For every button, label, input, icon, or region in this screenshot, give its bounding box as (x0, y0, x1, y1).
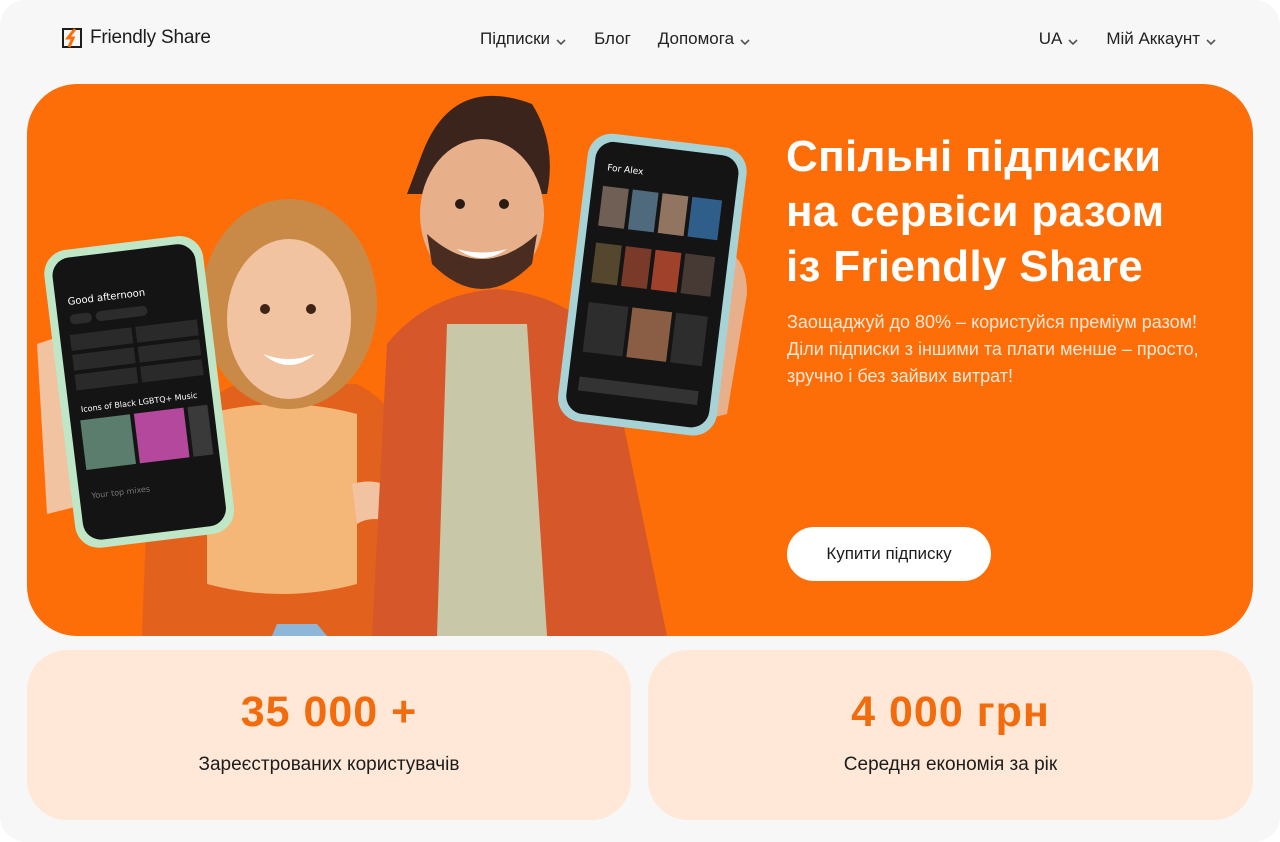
language-selector[interactable]: UA (1039, 29, 1080, 49)
page: Friendly Share Підписки Блог Допомога UA… (0, 0, 1280, 842)
chevron-down-icon (555, 33, 567, 46)
main-nav: Підписки Блог Допомога (480, 29, 751, 49)
chevron-down-icon (1205, 33, 1217, 46)
stat-value: 4 000 грн (851, 688, 1050, 736)
stat-card-users: 35 000 + Зареєстрованих користувачів (27, 650, 631, 820)
friendly-share-logo-icon (62, 28, 82, 48)
nav-item-label: Підписки (480, 29, 551, 48)
logo-text: Friendly Share (90, 27, 211, 48)
hero-title-line: на сервіси разом (786, 187, 1165, 236)
stat-card-savings: 4 000 грн Середня економія за рік (648, 650, 1253, 820)
stat-label: Середня економія за рік (843, 754, 1058, 775)
hero-description: Заощаджуй до 80% – користуйся преміум ра… (787, 312, 1199, 386)
hero-title: Спільні підписки на сервіси разом із Fri… (786, 129, 1226, 294)
hero-title-line: із Friendly Share (786, 242, 1144, 291)
nav-item-subscriptions[interactable]: Підписки (480, 29, 567, 49)
chevron-down-icon (1067, 33, 1079, 46)
language-label: UA (1038, 29, 1063, 48)
utility-nav: UA Мій Аккаунт (1039, 29, 1217, 49)
hero-title-line: Спільні підписки (786, 132, 1162, 181)
nav-item-label: Допомога (657, 29, 735, 48)
nav-item-help[interactable]: Допомога (658, 29, 751, 49)
stat-label: Зареєстрованих користувачів (198, 754, 460, 775)
nav-item-label: Блог (594, 29, 631, 48)
hero-photo: Good afternoon Icons of Black LGBTQ+ Mus… (37, 95, 747, 636)
logo[interactable]: Friendly Share (62, 27, 211, 49)
stat-value: 35 000 + (240, 688, 418, 736)
chevron-down-icon (739, 33, 751, 46)
account-menu[interactable]: Мій Аккаунт (1106, 29, 1217, 49)
account-label: Мій Аккаунт (1106, 29, 1200, 48)
nav-item-blog[interactable]: Блог (594, 29, 631, 49)
buy-subscription-button[interactable]: Купити підписку (787, 527, 991, 581)
hero-banner: Good afternoon Icons of Black LGBTQ+ Mus… (27, 84, 1253, 636)
site-header: Friendly Share Підписки Блог Допомога UA… (0, 0, 1280, 80)
